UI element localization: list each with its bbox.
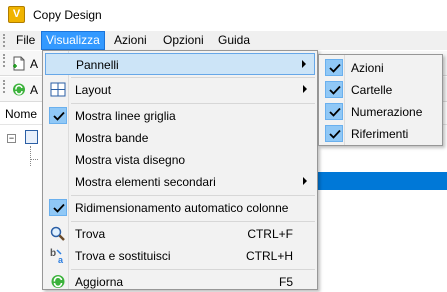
menuitem-trova-e-sostituisci[interactable]: b a Trova e sostituisci CTRL+H bbox=[45, 245, 315, 267]
tree-collapse-toggle[interactable]: − bbox=[7, 134, 16, 143]
checkmark-icon bbox=[325, 81, 343, 98]
menuitem-label: Mostra linee griglia bbox=[75, 109, 176, 123]
svg-text:b: b bbox=[50, 248, 56, 259]
menu-separator bbox=[71, 103, 315, 104]
submenu-arrow-icon bbox=[303, 85, 307, 93]
menu-guida[interactable]: Guida bbox=[214, 31, 254, 50]
menu-file[interactable]: File bbox=[12, 31, 39, 50]
refresh-icon bbox=[51, 275, 65, 288]
menu-azioni[interactable]: Azioni bbox=[110, 31, 151, 50]
toolbar-2-label[interactable]: A bbox=[30, 83, 38, 97]
menu-bar: File Visualizza Azioni Opzioni Guida bbox=[0, 31, 447, 50]
selected-tree-row[interactable] bbox=[316, 172, 447, 190]
checkmark-icon bbox=[49, 107, 67, 124]
submenu-item-label: Numerazione bbox=[351, 105, 423, 119]
menuitem-label: Mostra vista disegno bbox=[75, 153, 186, 167]
app-logo-icon: V bbox=[8, 6, 25, 23]
menuitem-label: Ridimensionamento automatico colonne bbox=[75, 201, 289, 215]
menuitem-label: Mostra bande bbox=[75, 131, 149, 145]
submenu-item-azioni[interactable]: Azioni bbox=[321, 57, 440, 79]
menuitem-label: Pannelli bbox=[76, 58, 119, 72]
new-document-icon[interactable] bbox=[12, 56, 26, 71]
menuitem-mostra-bande[interactable]: Mostra bande bbox=[45, 127, 315, 149]
checkmark-icon bbox=[325, 125, 343, 142]
submenu-item-numerazione[interactable]: Numerazione bbox=[321, 101, 440, 123]
menuitem-shortcut: CTRL+H bbox=[245, 249, 293, 263]
tree-connector-branch bbox=[30, 159, 38, 160]
submenu-item-riferimenti[interactable]: Riferimenti bbox=[321, 123, 440, 145]
menuitem-label: Trova bbox=[75, 227, 106, 241]
toolbar-grip[interactable] bbox=[3, 54, 5, 67]
menuitem-ridimensionamento-colonne[interactable]: Ridimensionamento automatico colonne bbox=[45, 197, 315, 219]
menuitem-shortcut: CTRL+F bbox=[247, 227, 293, 241]
menu-separator bbox=[71, 269, 315, 270]
menuitem-aggiorna[interactable]: Aggiorna F5 bbox=[45, 271, 315, 292]
submenu-item-label: Azioni bbox=[351, 61, 384, 75]
menuitem-pannelli[interactable]: Pannelli bbox=[45, 53, 315, 75]
magnifier-icon bbox=[50, 226, 65, 241]
menuitem-trova[interactable]: Trova CTRL+F bbox=[45, 223, 315, 245]
menuitem-shortcut: F5 bbox=[278, 275, 293, 289]
submenu-item-label: Cartelle bbox=[351, 83, 393, 97]
menuitem-label: Trova e sostituisci bbox=[75, 249, 171, 263]
find-replace-icon: b a bbox=[50, 248, 64, 264]
tree-root-icon[interactable] bbox=[25, 130, 38, 144]
submenu-arrow-icon bbox=[303, 177, 307, 185]
visualizza-dropdown: Pannelli Layout Mostra linee griglia Mos… bbox=[42, 50, 318, 290]
toolbar-grip-2[interactable] bbox=[3, 80, 5, 93]
submenu-item-cartelle[interactable]: Cartelle bbox=[321, 79, 440, 101]
menu-separator bbox=[71, 195, 315, 196]
menu-separator bbox=[71, 221, 315, 222]
menuitem-label: Layout bbox=[75, 83, 112, 97]
window-title: Copy Design bbox=[33, 8, 102, 22]
svg-text:a: a bbox=[58, 255, 64, 264]
checkmark-icon bbox=[325, 103, 343, 120]
menu-visualizza[interactable]: Visualizza bbox=[41, 31, 105, 50]
refresh-icon[interactable] bbox=[12, 82, 26, 97]
menuitem-mostra-linee-griglia[interactable]: Mostra linee griglia bbox=[45, 105, 315, 127]
menuitem-label: Aggiorna bbox=[75, 275, 124, 289]
column-header-name: Nome bbox=[5, 107, 38, 121]
menubar-grip[interactable] bbox=[3, 34, 5, 47]
menuitem-mostra-elementi-secondari[interactable]: Mostra elementi secondari bbox=[45, 171, 315, 193]
menuitem-label: Mostra elementi secondari bbox=[75, 175, 216, 189]
tree-connector bbox=[30, 146, 31, 166]
menu-opzioni[interactable]: Opzioni bbox=[159, 31, 208, 50]
title-bar: V Copy Design bbox=[0, 0, 447, 31]
menuitem-mostra-vista-disegno[interactable]: Mostra vista disegno bbox=[45, 149, 315, 171]
submenu-arrow-icon bbox=[302, 60, 306, 68]
toolbar-1-label[interactable]: A bbox=[30, 57, 38, 71]
checkmark-icon bbox=[49, 199, 67, 216]
menuitem-layout[interactable]: Layout bbox=[45, 79, 315, 101]
menu-separator bbox=[71, 77, 315, 78]
grid-icon bbox=[50, 82, 66, 97]
pannelli-submenu: Azioni Cartelle Numerazione Riferimenti bbox=[318, 54, 443, 146]
checkmark-icon bbox=[325, 59, 343, 76]
app-logo-letter: V bbox=[12, 8, 21, 20]
submenu-item-label: Riferimenti bbox=[351, 127, 409, 141]
